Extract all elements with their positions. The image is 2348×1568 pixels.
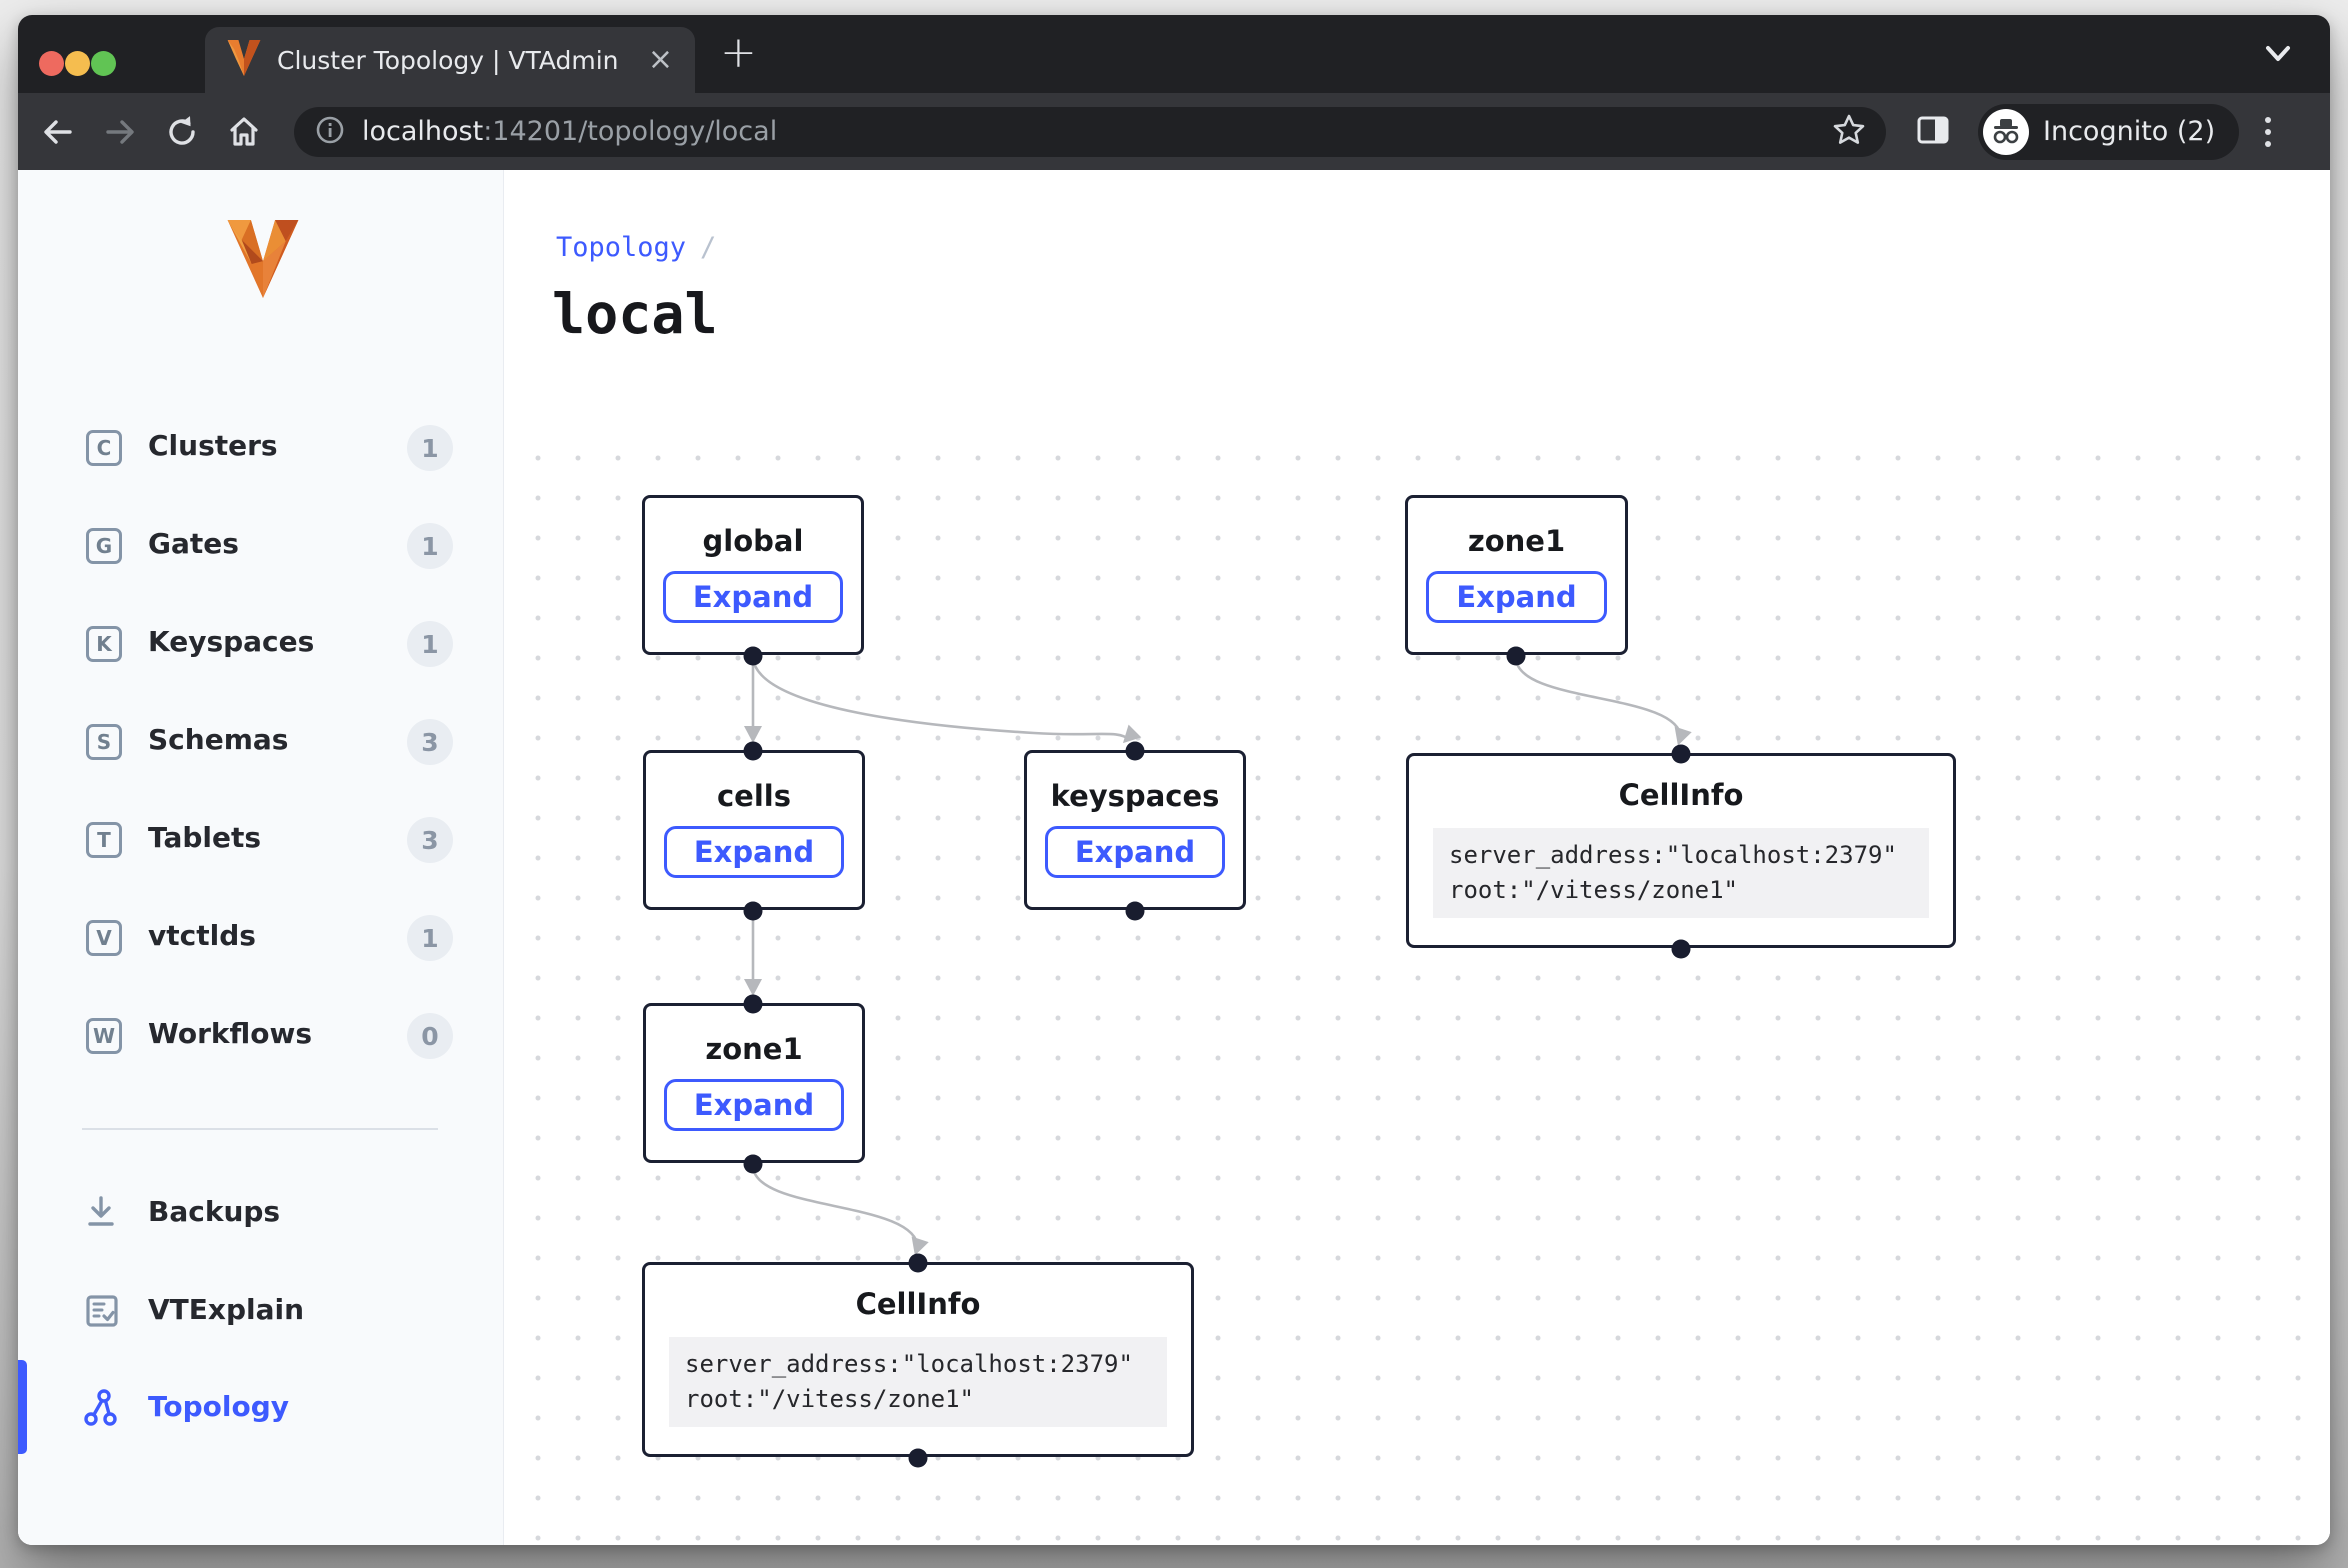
edge-zone1top-cellinfo — [1516, 658, 1681, 738]
bookmark-star-icon[interactable] — [1832, 113, 1866, 151]
keyspaces-letter-icon: K — [86, 626, 122, 662]
count-badge: 1 — [407, 425, 453, 471]
sidebar-item-backups[interactable]: Backups — [18, 1178, 503, 1250]
count-badge: 1 — [407, 523, 453, 569]
browser-menu-icon[interactable] — [2265, 117, 2271, 147]
expand-button-zone1-lower[interactable]: Expand — [664, 1079, 844, 1131]
sidebar-item-clusters[interactable]: C Clusters 1 — [18, 413, 503, 483]
side-panel-icon[interactable] — [1916, 113, 1950, 151]
clusters-letter-icon: C — [86, 430, 122, 466]
window-close-button[interactable] — [39, 51, 64, 76]
sidebar-item-tablets[interactable]: T Tablets 3 — [18, 805, 503, 875]
arrowhead — [1669, 727, 1691, 749]
incognito-label: Incognito (2) — [2043, 116, 2215, 147]
node-cellinfo-bottom: CellInfo server_address:"localhost:2379"… — [642, 1262, 1194, 1457]
cellinfo-code: server_address:"localhost:2379" root:"/v… — [1433, 828, 1929, 918]
arrowhead — [1117, 725, 1142, 750]
sidebar-item-gates[interactable]: G Gates 1 — [18, 511, 503, 581]
topology-canvas[interactable]: global Expand zone1 Expand cells Expand … — [504, 430, 2330, 1545]
vitess-logo — [220, 220, 306, 302]
tab-close-icon[interactable]: × — [648, 45, 673, 75]
count-badge: 3 — [407, 719, 453, 765]
sidebar-item-schemas[interactable]: S Schemas 3 — [18, 707, 503, 777]
incognito-badge[interactable]: Incognito (2) — [1978, 104, 2239, 160]
tab-search-chevron-icon[interactable] — [2260, 41, 2296, 71]
incognito-avatar-icon — [1983, 109, 2029, 155]
node-cells: cells Expand — [643, 750, 865, 910]
sidebar-item-vtctlds[interactable]: V vtctlds 1 — [18, 903, 503, 973]
cellinfo-code: server_address:"localhost:2379" root:"/v… — [669, 1337, 1167, 1427]
expand-button-zone1-top[interactable]: Expand — [1426, 571, 1606, 623]
tab-strip: Cluster Topology | VTAdmin × + — [18, 15, 2330, 93]
count-badge: 1 — [407, 915, 453, 961]
sidebar-item-keyspaces[interactable]: K Keyspaces 1 — [18, 609, 503, 679]
url-text: localhost:14201/topology/local — [362, 116, 777, 147]
browser-window: Cluster Topology | VTAdmin × + localhost… — [18, 15, 2330, 1545]
window-minimize-button[interactable] — [65, 51, 90, 76]
workflows-letter-icon: W — [86, 1018, 122, 1054]
forward-icon[interactable] — [102, 114, 138, 150]
breadcrumb-topology-link[interactable]: Topology — [556, 232, 686, 263]
window-zoom-button[interactable] — [91, 51, 116, 76]
sidebar-item-topology[interactable]: Topology — [18, 1373, 503, 1445]
page-title: local — [552, 282, 718, 346]
edge-zone1lower-cellinfo — [753, 1166, 918, 1248]
node-zone1-top: zone1 Expand — [1405, 495, 1628, 655]
count-badge: 3 — [407, 817, 453, 863]
sidebar-item-vtexplain[interactable]: VTExplain — [18, 1276, 503, 1348]
tab-title: Cluster Topology | VTAdmin — [277, 46, 638, 75]
node-keyspaces: keyspaces Expand — [1024, 750, 1246, 910]
reload-icon[interactable] — [164, 114, 200, 150]
schemas-letter-icon: S — [86, 724, 122, 760]
arrowhead — [744, 979, 762, 996]
vitess-favicon-icon — [227, 40, 261, 80]
new-tab-button[interactable]: + — [720, 29, 757, 77]
node-global: global Expand — [642, 495, 864, 655]
breadcrumb-separator: / — [700, 232, 716, 263]
document-check-icon — [82, 1291, 122, 1335]
node-cellinfo-right: CellInfo server_address:"localhost:2379"… — [1406, 753, 1956, 948]
browser-toolbar: localhost:14201/topology/local Incognito… — [18, 93, 2330, 170]
vtctlds-letter-icon: V — [86, 920, 122, 956]
back-icon[interactable] — [40, 114, 76, 150]
edge-global-keyspaces — [753, 658, 1130, 740]
gates-letter-icon: G — [86, 528, 122, 564]
sidebar-divider — [82, 1128, 438, 1130]
main-content: Topology / local global Expand zone1 Expa… — [504, 170, 2330, 1545]
count-badge: 0 — [407, 1013, 453, 1059]
sidebar: C Clusters 1 G Gates 1 K Keyspaces 1 S S… — [18, 170, 504, 1545]
address-bar[interactable]: localhost:14201/topology/local — [294, 107, 1886, 157]
count-badge: 1 — [407, 621, 453, 667]
active-nav-indicator — [18, 1360, 27, 1454]
download-icon — [82, 1193, 120, 1237]
site-info-icon[interactable] — [314, 114, 346, 150]
arrowhead — [906, 1237, 928, 1259]
sidebar-item-workflows[interactable]: W Workflows 0 — [18, 1001, 503, 1071]
breadcrumb: Topology / — [556, 232, 716, 263]
expand-button-cells[interactable]: Expand — [664, 826, 844, 878]
arrowhead — [744, 726, 762, 743]
home-icon[interactable] — [226, 114, 262, 150]
tablets-letter-icon: T — [86, 822, 122, 858]
browser-tab[interactable]: Cluster Topology | VTAdmin × — [205, 27, 695, 93]
node-zone1-lower: zone1 Expand — [643, 1003, 865, 1163]
expand-button-keyspaces[interactable]: Expand — [1045, 826, 1225, 878]
expand-button-global[interactable]: Expand — [663, 571, 843, 623]
graph-icon — [82, 1388, 122, 1432]
